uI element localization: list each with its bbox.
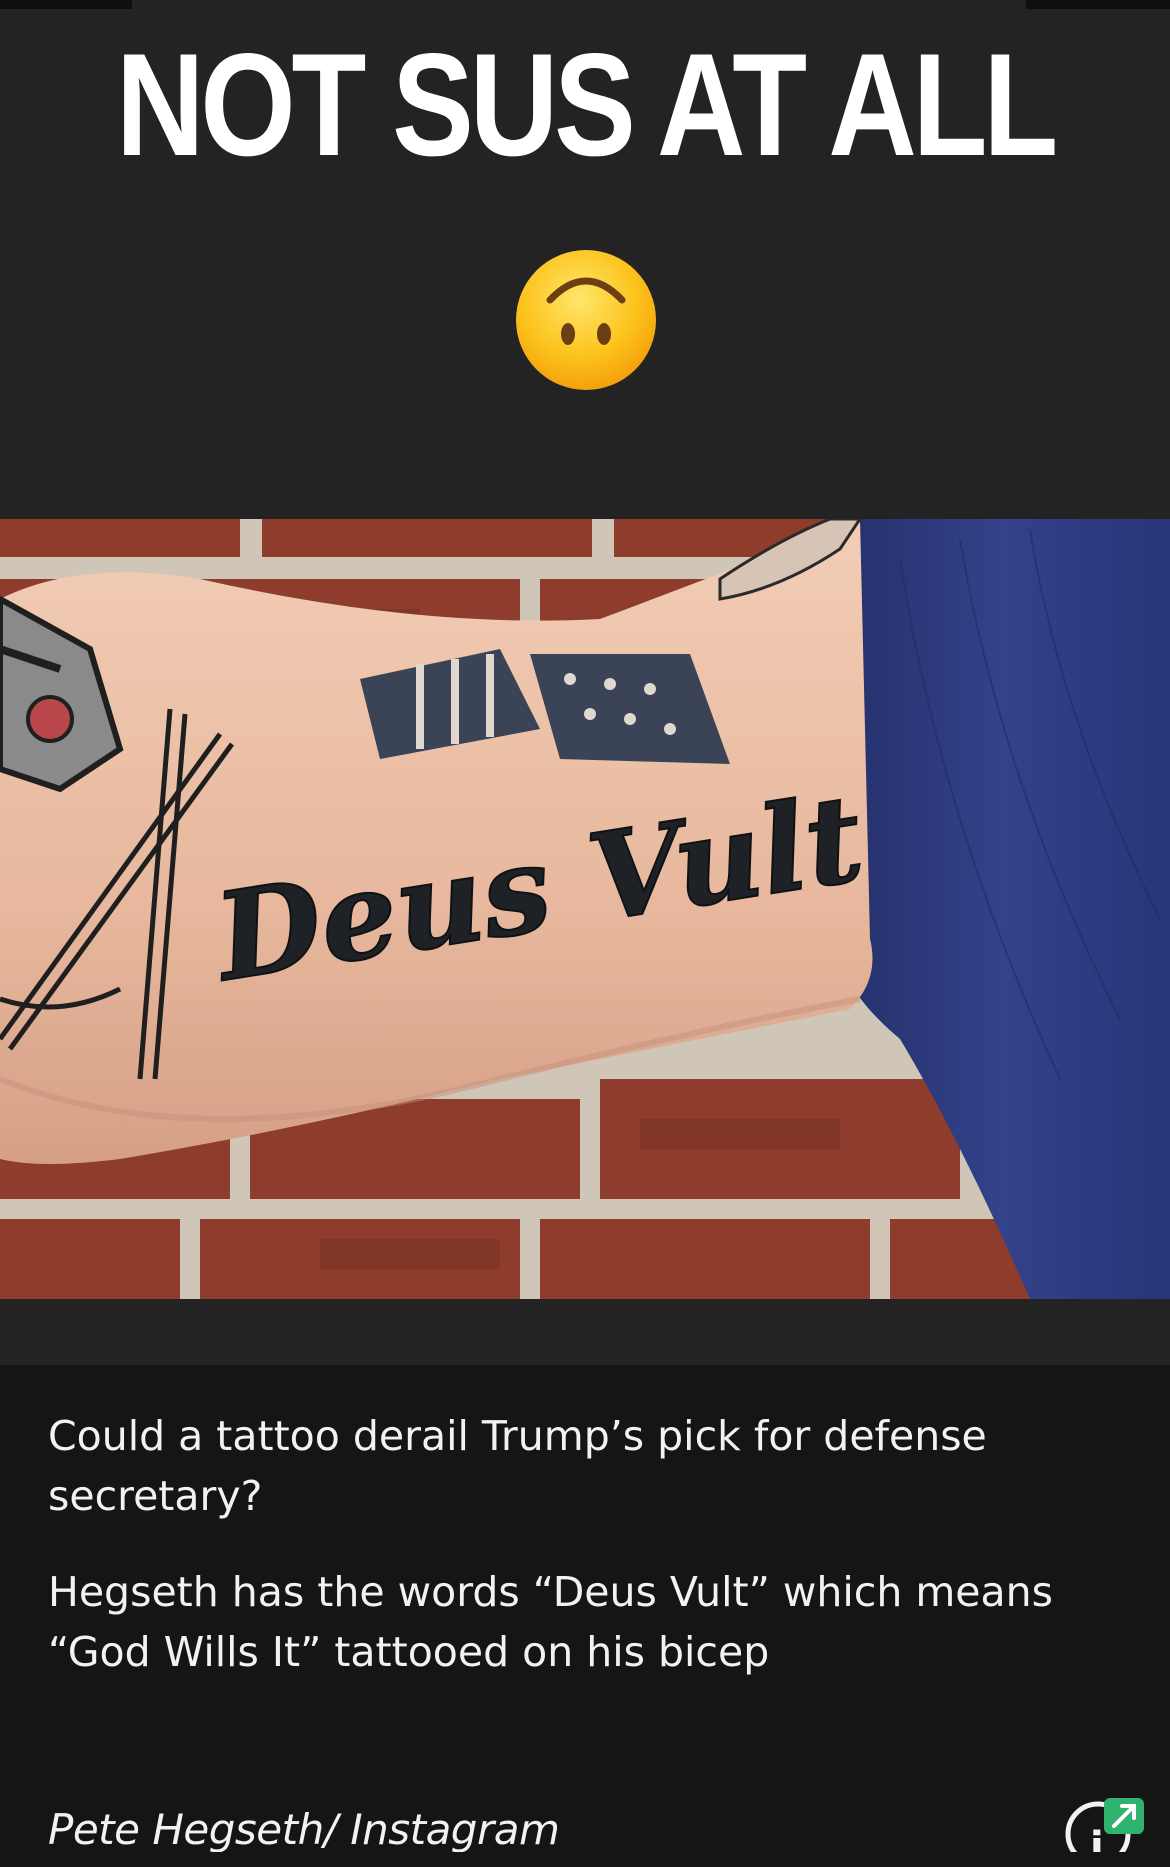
tattoo-photo: Deus Vult [0, 519, 1170, 1299]
status-edge-left [0, 0, 132, 9]
caption-question: Could a tattoo derail Trump’s pick for d… [48, 1412, 987, 1520]
caption-body: Hegseth has the words “Deus Vult” which … [48, 1568, 1054, 1676]
upside-down-face-icon [516, 250, 656, 390]
photo-credit: Pete Hegseth/ Instagram [48, 1805, 560, 1854]
bottom-bar [0, 1852, 1170, 1867]
caption-panel: Could a tattoo derail Trump’s pick for d… [0, 1365, 1170, 1867]
headline: NOT SUS AT ALL [115, 23, 1058, 186]
status-edge-right [1026, 0, 1170, 9]
